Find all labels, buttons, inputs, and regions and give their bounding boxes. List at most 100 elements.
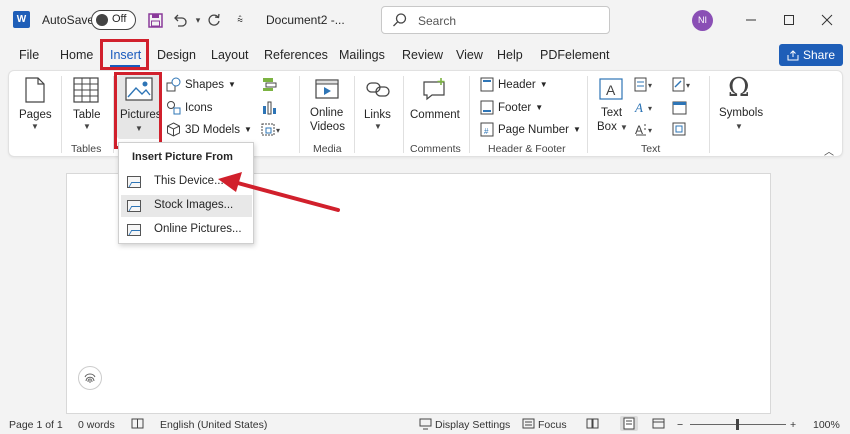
header-button[interactable]: Header ▼	[480, 77, 548, 92]
tab-home[interactable]: Home	[60, 48, 93, 62]
menu-item-online-pictures[interactable]: Online Pictures...	[121, 219, 252, 241]
date-time-icon[interactable]	[672, 100, 688, 118]
zoom-level[interactable]: 100%	[813, 419, 840, 431]
header-label: Header	[498, 78, 536, 91]
icons-button[interactable]: Icons	[166, 100, 213, 115]
share-label: Share	[802, 48, 836, 62]
autosave-toggle[interactable]: Off	[91, 10, 136, 30]
svg-text:▾: ▾	[686, 81, 690, 90]
focus-button[interactable]: Focus	[538, 419, 567, 431]
group-separator	[403, 76, 404, 153]
web-layout-icon[interactable]	[652, 417, 665, 433]
comment-icon	[423, 78, 445, 101]
shapes-label: Shapes	[185, 78, 225, 91]
tab-references[interactable]: References	[264, 48, 328, 62]
3d-models-button[interactable]: 3D Models ▼	[166, 122, 252, 137]
proofing-icon[interactable]	[131, 417, 144, 433]
group-separator	[354, 76, 355, 153]
avatar[interactable]: NI	[692, 10, 713, 31]
video-icon	[315, 79, 339, 99]
autosave-label: AutoSave	[42, 13, 95, 27]
pages-button[interactable]: Pages ▼	[17, 75, 53, 135]
svg-text:▾: ▾	[648, 104, 652, 113]
chevron-down-icon: ▼	[539, 80, 548, 89]
chevron-down-icon: ▼	[572, 125, 581, 134]
group-separator	[61, 76, 62, 153]
wordart-icon[interactable]: A ▾	[634, 100, 656, 118]
symbols-button[interactable]: Ω Symbols ▼	[715, 73, 765, 135]
zoom-out-icon[interactable]: −	[677, 419, 683, 431]
word-logo: W	[13, 11, 30, 28]
tab-pdfelement[interactable]: PDFelement	[540, 48, 609, 62]
omega-icon: Ω	[728, 73, 750, 103]
online-videos-button[interactable]: Online Videos	[307, 75, 347, 135]
comments-group-label: Comments	[410, 143, 461, 155]
close-icon[interactable]	[817, 10, 837, 30]
page-number-button[interactable]: # Page Number ▼	[480, 122, 581, 137]
tab-file[interactable]: File	[19, 48, 39, 62]
tab-view[interactable]: View	[456, 48, 483, 62]
undo-icon[interactable]	[170, 10, 190, 30]
customize-qat-icon[interactable]: ⩯	[230, 10, 250, 30]
picture-device-icon	[127, 176, 141, 188]
fingerprint-icon[interactable]	[78, 366, 102, 390]
display-settings-button[interactable]: Display Settings	[435, 419, 510, 431]
pages-label: Pages	[19, 109, 52, 121]
links-button[interactable]: Links ▼	[361, 75, 395, 135]
media-group-label: Media	[313, 143, 342, 155]
comment-button[interactable]: Comment	[409, 75, 461, 135]
text-box-button[interactable]: A Text Box ▼	[593, 75, 629, 135]
header-icon	[480, 77, 494, 92]
search-placeholder: Search	[418, 14, 457, 28]
chevron-down-icon: ▼	[620, 123, 628, 132]
smartart-icon[interactable]	[261, 77, 277, 95]
online-pictures-icon	[127, 224, 141, 236]
share-button[interactable]: Share	[779, 44, 843, 66]
share-icon	[787, 49, 799, 60]
svg-text:#: #	[484, 127, 489, 136]
icons-label: Icons	[185, 101, 213, 114]
footer-button[interactable]: Footer ▼	[480, 100, 543, 115]
zoom-in-icon[interactable]: +	[790, 419, 796, 431]
shapes-button[interactable]: Shapes ▼	[166, 77, 236, 92]
display-settings-icon	[419, 417, 432, 433]
group-separator	[299, 76, 300, 153]
redo-icon[interactable]	[204, 10, 224, 30]
text-box-label-1: Text	[601, 107, 623, 119]
3d-models-label: 3D Models	[185, 123, 240, 136]
tab-layout[interactable]: Layout	[211, 48, 249, 62]
search-box[interactable]: Search	[381, 6, 610, 34]
save-icon[interactable]	[145, 10, 165, 30]
object-icon[interactable]	[672, 122, 688, 140]
text-box-label-2: Box	[597, 121, 617, 133]
collapse-ribbon-icon[interactable]: ︿	[824, 143, 834, 158]
tab-mailings[interactable]: Mailings	[339, 48, 385, 62]
links-label: Links	[364, 109, 391, 121]
quick-parts-icon[interactable]: ▾	[634, 77, 656, 95]
language-status[interactable]: English (United States)	[160, 419, 267, 431]
minimize-icon[interactable]	[741, 10, 761, 30]
maximize-icon[interactable]	[779, 10, 799, 30]
chart-icon[interactable]	[261, 100, 277, 118]
chevron-down-icon: ▼	[735, 122, 743, 131]
signature-line-icon[interactable]: ▾	[672, 77, 694, 95]
online-videos-label-1: Online	[310, 107, 344, 119]
table-button[interactable]: Table ▼	[67, 75, 105, 135]
read-mode-icon[interactable]	[586, 417, 599, 433]
insert-tab-highlight	[100, 39, 149, 70]
drop-cap-icon[interactable]: A ▾	[634, 122, 656, 140]
tab-design[interactable]: Design	[157, 48, 196, 62]
shapes-icon	[166, 77, 181, 92]
tab-review[interactable]: Review	[402, 48, 443, 62]
tab-help[interactable]: Help	[497, 48, 523, 62]
page-number-icon: #	[480, 122, 494, 137]
zoom-slider-thumb[interactable]	[736, 419, 739, 430]
word-count[interactable]: 0 words	[78, 419, 115, 431]
status-bar: Page 1 of 1 0 words English (United Stat…	[0, 415, 850, 434]
comment-label: Comment	[410, 109, 460, 121]
title-bar: W AutoSave Off ▾ ⩯ Document2 -... Search…	[0, 0, 850, 40]
screenshot-icon[interactable]: ▾	[261, 122, 283, 140]
print-layout-icon[interactable]	[620, 416, 638, 431]
page-count[interactable]: Page 1 of 1	[9, 419, 63, 431]
autosave-state: Off	[112, 13, 127, 25]
